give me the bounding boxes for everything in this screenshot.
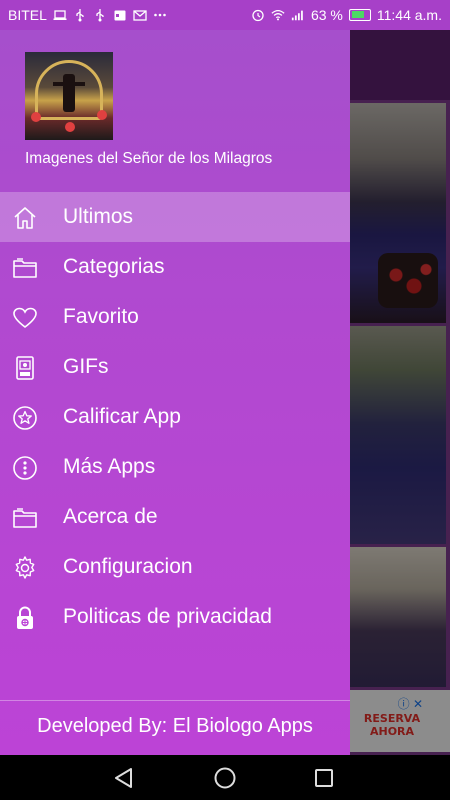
menu-item-label: Categorias bbox=[63, 255, 165, 278]
navigation-drawer: Imagenes del Señor de los Milagros Ultim… bbox=[0, 30, 350, 755]
recents-button[interactable] bbox=[311, 765, 337, 791]
gear-icon bbox=[15, 556, 35, 579]
usb-icon bbox=[76, 9, 84, 22]
menu-item-politicas-de-privacidad[interactable]: Politicas de privacidad bbox=[0, 592, 350, 642]
app-logo bbox=[25, 52, 113, 140]
menu-item-mas-apps[interactable]: Más Apps bbox=[0, 442, 350, 492]
heart-icon bbox=[13, 307, 37, 329]
usb-icon bbox=[96, 9, 104, 22]
menu-item-label: Politicas de privacidad bbox=[63, 605, 272, 628]
menu-item-calificar-app[interactable]: Calificar App bbox=[0, 392, 350, 442]
menu-item-label: Acerca de bbox=[63, 505, 158, 528]
signal-icon bbox=[291, 10, 303, 21]
divider bbox=[0, 700, 350, 701]
carrier-name: BITEL bbox=[8, 7, 47, 23]
menu-item-label: Más Apps bbox=[63, 455, 156, 478]
menu-item-label: Ultimos bbox=[63, 205, 134, 228]
mail-icon bbox=[133, 10, 147, 21]
flower-decoration bbox=[31, 112, 41, 122]
home-icon bbox=[14, 207, 36, 229]
folder-icon bbox=[13, 508, 37, 528]
menu-item-label: Favorito bbox=[63, 305, 139, 328]
star-icon bbox=[13, 406, 37, 430]
battery-percent: 63 % bbox=[310, 7, 343, 23]
menu-item-label: Calificar App bbox=[63, 405, 181, 428]
menu-item-label: Configuracion bbox=[63, 555, 193, 578]
gif-file-icon bbox=[16, 356, 34, 380]
clock: 11:44 a.m. bbox=[376, 7, 442, 23]
flower-decoration bbox=[97, 110, 107, 120]
crucifix-figure bbox=[63, 74, 75, 112]
calendar-icon bbox=[114, 10, 126, 21]
back-button[interactable] bbox=[111, 765, 137, 791]
home-button[interactable] bbox=[212, 765, 238, 791]
menu-item-configuracion[interactable]: Configuracion bbox=[0, 542, 350, 592]
drawer-scrim[interactable] bbox=[350, 0, 450, 755]
alarm-icon bbox=[252, 9, 264, 22]
drawer-menu: Ultimos Categorias Favorito GIFs Calific… bbox=[0, 192, 350, 642]
developer-credit: Developed By: El Biologo Apps bbox=[37, 715, 313, 737]
menu-item-gifs[interactable]: GIFs bbox=[0, 342, 350, 392]
battery-icon bbox=[348, 9, 371, 21]
menu-item-ultimos[interactable]: Ultimos bbox=[0, 192, 350, 242]
wifi-icon bbox=[271, 10, 285, 21]
flower-decoration bbox=[65, 122, 75, 132]
menu-item-acerca-de[interactable]: Acerca de bbox=[0, 492, 350, 542]
menu-item-categorias[interactable]: Categorias bbox=[0, 242, 350, 292]
more-horizontal-icon bbox=[154, 13, 166, 17]
more-vertical-icon bbox=[13, 456, 37, 480]
status-bar: BITEL 63 % 11:44 a.m. bbox=[0, 0, 450, 30]
folder-icon bbox=[13, 258, 37, 278]
menu-item-label: GIFs bbox=[63, 355, 109, 378]
drawer-header: Imagenes del Señor de los Milagros bbox=[0, 30, 350, 192]
laptop-icon bbox=[53, 10, 67, 20]
menu-item-favorito[interactable]: Favorito bbox=[0, 292, 350, 342]
lock-icon bbox=[17, 606, 33, 629]
system-navigation-bar bbox=[0, 755, 450, 800]
app-name: Imagenes del Señor de los Milagros bbox=[25, 150, 273, 167]
crucifix-beam bbox=[53, 82, 85, 86]
